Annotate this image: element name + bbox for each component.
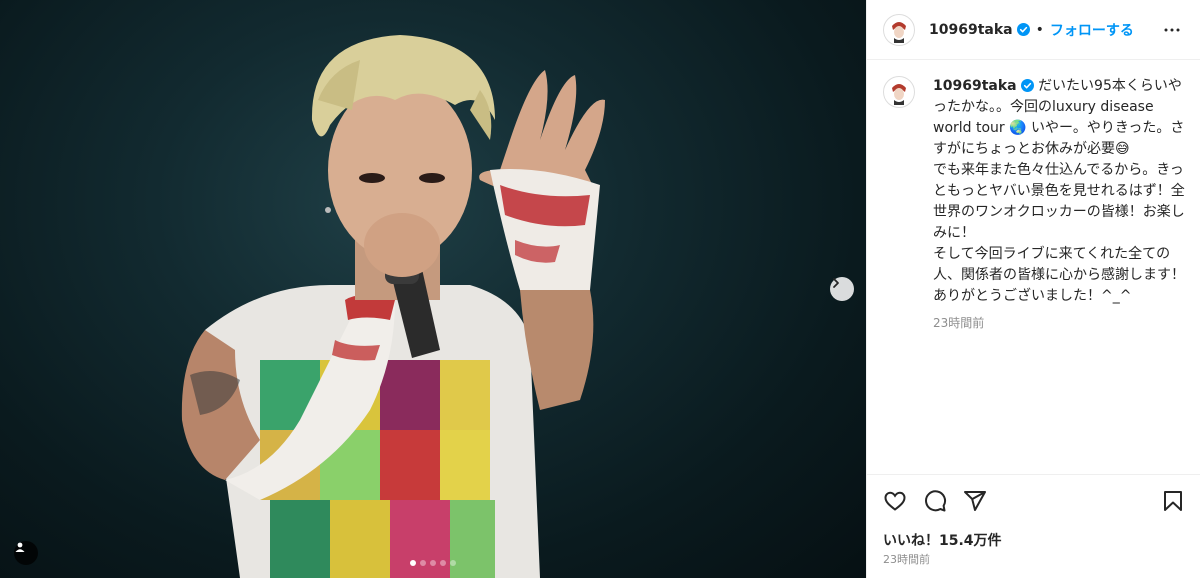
caption-body: 10969taka だいたい95本くらいやったかな。。今回のluxury dis… — [933, 76, 1188, 334]
verified-badge-icon — [1020, 79, 1034, 92]
post-actions-area: いいね！15.4万件 23時間前 — [867, 474, 1200, 578]
profile-picture — [886, 16, 912, 43]
follow-button[interactable]: フォローする — [1050, 20, 1134, 40]
carousel-dot — [430, 560, 436, 566]
share-icon — [964, 491, 986, 511]
carousel-dot — [450, 560, 456, 566]
carousel-indicator — [0, 560, 866, 566]
caption-username[interactable]: 10969taka — [933, 78, 1017, 94]
carousel-dot — [440, 560, 446, 566]
share-button[interactable] — [963, 489, 987, 513]
post-timestamp[interactable]: 23時間前 — [883, 551, 930, 567]
like-button[interactable] — [883, 489, 907, 513]
bookmark-icon — [1164, 491, 1182, 511]
caption-timestamp[interactable]: 23時間前 — [933, 313, 1188, 334]
action-bar — [883, 489, 1185, 513]
profile-picture — [886, 79, 912, 105]
carousel-dot — [420, 560, 426, 566]
avatar[interactable] — [883, 13, 915, 46]
caption-avatar[interactable] — [883, 76, 915, 108]
username[interactable]: 10969taka — [929, 22, 1013, 38]
concert-photo — [181, 35, 605, 578]
post-header: 10969taka • フォローする — [867, 0, 1200, 60]
caption-text: だいたい95本くらいやったかな。。今回のluxury disease world… — [933, 78, 1185, 304]
post-caption: 10969taka だいたい95本くらいやったかな。。今回のluxury dis… — [883, 76, 1193, 334]
verified-badge-icon — [1016, 23, 1030, 36]
post-side-panel: 10969taka • フォローする 10969taka だいたい95本くらいや… — [866, 0, 1200, 578]
separator-dot: • — [1035, 21, 1044, 38]
likes-count[interactable]: いいね！15.4万件 — [883, 530, 1002, 550]
more-options-button[interactable] — [1160, 18, 1184, 42]
chevron-right-icon — [833, 278, 839, 288]
more-options-icon — [1164, 28, 1180, 31]
carousel-dot — [410, 560, 416, 566]
comment-button[interactable] — [923, 489, 947, 513]
heart-icon — [884, 491, 906, 511]
post-media[interactable] — [0, 0, 866, 578]
next-slide-button[interactable] — [830, 277, 854, 301]
save-button[interactable] — [1161, 489, 1185, 513]
comment-icon — [925, 490, 947, 512]
user-tag-icon — [15, 542, 25, 552]
